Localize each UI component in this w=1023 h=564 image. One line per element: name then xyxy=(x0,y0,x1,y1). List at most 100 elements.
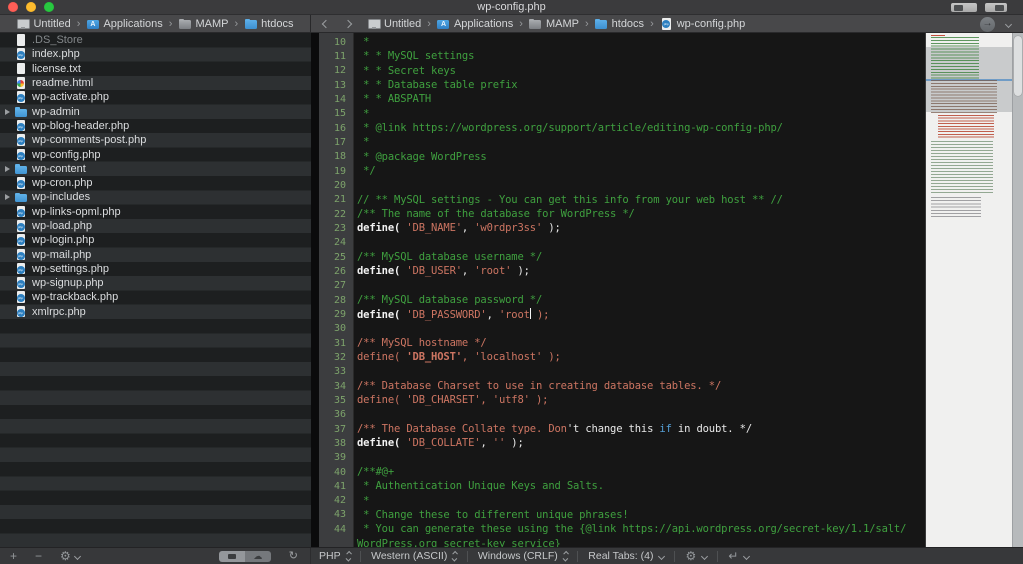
line-text: /** The Database Collate type. Don't cha… xyxy=(353,423,752,435)
code-line[interactable]: 42 * xyxy=(319,494,925,508)
code-line[interactable]: 28/** MySQL database password */ xyxy=(319,293,925,307)
file-row[interactable]: xmlrpc.php xyxy=(0,305,311,319)
disclosure-triangle-icon[interactable] xyxy=(5,194,10,200)
code-token: , xyxy=(462,222,474,234)
code-line[interactable]: 43 * Change these to different unique ph… xyxy=(319,508,925,522)
forward-button[interactable] xyxy=(344,19,352,27)
code-line[interactable]: 18 * @package WordPress xyxy=(319,150,925,164)
file-row[interactable]: wp-trackback.php xyxy=(0,290,311,304)
breadcrumb-item[interactable]: wp-config.php xyxy=(660,18,746,30)
separator xyxy=(717,551,718,562)
disclosure-triangle-icon[interactable] xyxy=(5,166,10,172)
file-row[interactable]: wp-content xyxy=(0,162,311,176)
code-line[interactable]: 39 xyxy=(319,451,925,465)
breadcrumb-item[interactable]: Applications xyxy=(437,18,513,30)
editor-scrollbar[interactable] xyxy=(1012,33,1023,547)
line-number: 42 xyxy=(319,495,353,506)
refresh-button[interactable]: ↻ xyxy=(289,551,298,562)
code-line[interactable]: 31/** MySQL hostname */ xyxy=(319,336,925,350)
code-line[interactable]: 13 * * Database table prefix xyxy=(319,78,925,92)
line-number: 23 xyxy=(319,223,353,234)
file-row[interactable]: wp-signup.php xyxy=(0,276,311,290)
file-row[interactable]: wp-cron.php xyxy=(0,176,311,190)
code-line[interactable]: 25/** MySQL database username */ xyxy=(319,250,925,264)
panel-divider[interactable] xyxy=(311,33,319,547)
code-line[interactable]: 23define( 'DB_NAME', 'w0rdpr3ss' ); xyxy=(319,221,925,235)
code-line[interactable]: 33 xyxy=(319,365,925,379)
breadcrumb-separator: › xyxy=(650,18,654,30)
back-button[interactable] xyxy=(322,19,330,27)
code-line[interactable]: 32define( 'DB_HOST', 'localhost' ); xyxy=(319,350,925,364)
file-row[interactable]: wp-includes xyxy=(0,190,311,204)
code-line[interactable]: 16 * @link https://wordpress.org/support… xyxy=(319,121,925,135)
code-line[interactable]: 35define( 'DB_CHARSET', 'utf8' ); xyxy=(319,393,925,407)
code-line[interactable]: 29define( 'DB_PASSWORD', 'root ); xyxy=(319,307,925,321)
code-line[interactable]: 22/** The name of the database for WordP… xyxy=(319,207,925,221)
add-file-button[interactable]: + xyxy=(10,550,17,562)
file-row[interactable]: wp-links-opml.php xyxy=(0,205,311,219)
breadcrumb-item[interactable]: MAMP xyxy=(529,18,579,30)
file-row[interactable]: wp-blog-header.php xyxy=(0,119,311,133)
breadcrumb-item[interactable]: MAMP xyxy=(178,18,228,30)
line-ending-insert-menu[interactable]: ↵ xyxy=(728,550,749,562)
code-line[interactable]: 26define( 'DB_USER', 'root' ); xyxy=(319,264,925,278)
code-line[interactable]: 14 * * ABSPATH xyxy=(319,92,925,106)
code-line[interactable]: 27 xyxy=(319,279,925,293)
minimap[interactable] xyxy=(925,33,1012,547)
code-line[interactable]: 24 xyxy=(319,236,925,250)
toggle-right-panel-button[interactable] xyxy=(985,3,1007,12)
breadcrumb-item[interactable]: Untitled xyxy=(367,18,421,30)
breadcrumb-item[interactable]: htdocs xyxy=(244,18,293,30)
file-row[interactable]: wp-activate.php xyxy=(0,90,311,104)
code-line[interactable]: 15 * xyxy=(319,107,925,121)
code-line[interactable]: 41 * Authentication Unique Keys and Salt… xyxy=(319,479,925,493)
remote-files-toggle[interactable]: ☁ xyxy=(245,551,271,562)
editor-settings-menu[interactable]: ⚙ xyxy=(685,550,707,562)
file-row[interactable]: license.txt xyxy=(0,62,311,76)
file-row[interactable]: index.php xyxy=(0,47,311,61)
file-row[interactable]: wp-admin xyxy=(0,104,311,118)
disclosure-triangle-icon[interactable] xyxy=(5,109,10,115)
code-line[interactable]: 19 */ xyxy=(319,164,925,178)
code-line[interactable]: 44 * You can generate these using the {@… xyxy=(319,522,925,536)
local-files-toggle[interactable] xyxy=(219,551,245,562)
blue-folder-icon xyxy=(595,18,608,30)
tabs-setting-select[interactable]: Real Tabs: (4) xyxy=(588,550,664,562)
code-line[interactable]: 17 * xyxy=(319,135,925,149)
file-row[interactable]: wp-settings.php xyxy=(0,262,311,276)
file-row[interactable]: wp-mail.php xyxy=(0,247,311,261)
file-row[interactable]: wp-comments-post.php xyxy=(0,133,311,147)
code-line[interactable]: 11 * * MySQL settings xyxy=(319,49,925,63)
code-line[interactable]: 36 xyxy=(319,408,925,422)
code-token: WordPress.org secret-key service} xyxy=(357,538,561,547)
code-line[interactable]: 37/** The Database Collate type. Don't c… xyxy=(319,422,925,436)
php-file-icon xyxy=(14,248,27,261)
breadcrumb-item[interactable]: htdocs xyxy=(595,18,644,30)
code-line[interactable]: 40/**#@+ xyxy=(319,465,925,479)
scrollbar-thumb[interactable] xyxy=(1014,36,1022,96)
code-editor[interactable]: 10 *11 * * MySQL settings12 * * Secret k… xyxy=(319,33,925,547)
file-row[interactable]: wp-config.php xyxy=(0,147,311,161)
code-line[interactable]: 10 * xyxy=(319,35,925,49)
breadcrumb-item[interactable]: Untitled xyxy=(16,18,70,30)
code-line[interactable]: 12 * * Secret keys xyxy=(319,64,925,78)
file-row[interactable]: .DS_Store xyxy=(0,33,311,47)
remove-file-button[interactable]: − xyxy=(35,550,42,562)
encoding-select[interactable]: Western (ASCII) xyxy=(371,550,457,562)
breadcrumb-item[interactable]: Applications xyxy=(86,18,162,30)
sidebar-actions-menu[interactable]: ⚙ xyxy=(60,550,80,562)
line-endings-select[interactable]: Windows (CRLF) xyxy=(478,550,567,562)
code-line[interactable]: WordPress.org secret-key service} xyxy=(319,536,925,547)
file-row[interactable]: wp-load.php xyxy=(0,219,311,233)
code-line[interactable]: 34/** Database Charset to use in creatin… xyxy=(319,379,925,393)
file-row[interactable]: readme.html xyxy=(0,76,311,90)
publish-menu-chevron-icon[interactable] xyxy=(1005,21,1012,28)
publish-button[interactable]: → xyxy=(980,17,995,32)
toggle-left-panel-button[interactable] xyxy=(951,3,977,12)
file-row[interactable]: wp-login.php xyxy=(0,233,311,247)
syntax-mode-select[interactable]: PHP xyxy=(319,550,350,562)
code-line[interactable]: 21// ** MySQL settings - You can get thi… xyxy=(319,193,925,207)
code-line[interactable]: 38define( 'DB_COLLATE', '' ); xyxy=(319,436,925,450)
code-line[interactable]: 30 xyxy=(319,322,925,336)
code-line[interactable]: 20 xyxy=(319,178,925,192)
